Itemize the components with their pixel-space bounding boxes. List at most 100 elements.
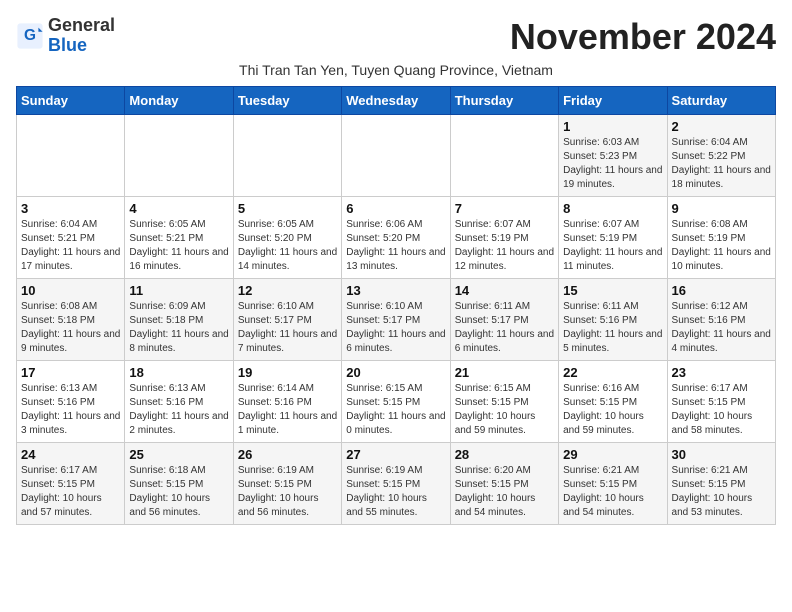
day-number: 16 <box>672 283 771 298</box>
weekday-header-tuesday: Tuesday <box>233 87 341 115</box>
day-number: 24 <box>21 447 120 462</box>
logo-icon: G <box>16 22 44 50</box>
day-number: 27 <box>346 447 445 462</box>
calendar-cell: 29 Sunrise: 6:21 AM Sunset: 5:15 PM Dayli… <box>559 443 667 525</box>
day-number: 18 <box>129 365 228 380</box>
calendar-cell: 25 Sunrise: 6:18 AM Sunset: 5:15 PM Dayli… <box>125 443 233 525</box>
weekday-header-wednesday: Wednesday <box>342 87 450 115</box>
calendar-cell: 19 Sunrise: 6:14 AM Sunset: 5:16 PM Dayli… <box>233 361 341 443</box>
day-info: Sunrise: 6:11 AM Sunset: 5:16 PM Dayligh… <box>563 300 662 356</box>
day-info: Sunrise: 6:08 AM Sunset: 5:18 PM Dayligh… <box>21 300 120 356</box>
calendar-cell: 10 Sunrise: 6:08 AM Sunset: 5:18 PM Dayli… <box>17 279 125 361</box>
day-number: 2 <box>672 119 771 134</box>
day-number: 23 <box>672 365 771 380</box>
day-number: 5 <box>238 201 337 216</box>
calendar-week-2: 3 Sunrise: 6:04 AM Sunset: 5:21 PM Daylig… <box>17 197 776 279</box>
day-number: 4 <box>129 201 228 216</box>
day-number: 8 <box>563 201 662 216</box>
weekday-header-row: SundayMondayTuesdayWednesdayThursdayFrid… <box>17 87 776 115</box>
day-number: 15 <box>563 283 662 298</box>
day-info: Sunrise: 6:04 AM Sunset: 5:22 PM Dayligh… <box>672 136 771 192</box>
calendar-cell: 16 Sunrise: 6:12 AM Sunset: 5:16 PM Dayli… <box>667 279 775 361</box>
day-number: 21 <box>455 365 554 380</box>
day-info: Sunrise: 6:08 AM Sunset: 5:19 PM Dayligh… <box>672 218 771 274</box>
calendar-cell: 6Sunrise: 6:06 AM Sunset: 5:20 PM Daylig… <box>342 197 450 279</box>
calendar-week-4: 17 Sunrise: 6:13 AM Sunset: 5:16 PM Dayli… <box>17 361 776 443</box>
day-info: Sunrise: 6:16 AM Sunset: 5:15 PM Dayligh… <box>563 382 662 438</box>
svg-text:G: G <box>24 27 36 44</box>
day-info: Sunrise: 6:10 AM Sunset: 5:17 PM Dayligh… <box>346 300 445 356</box>
calendar-cell: 14 Sunrise: 6:11 AM Sunset: 5:17 PM Dayli… <box>450 279 558 361</box>
day-info: Sunrise: 6:15 AM Sunset: 5:15 PM Dayligh… <box>346 382 445 438</box>
calendar-cell: 12 Sunrise: 6:10 AM Sunset: 5:17 PM Dayli… <box>233 279 341 361</box>
calendar-cell <box>17 115 125 197</box>
day-number: 13 <box>346 283 445 298</box>
day-number: 19 <box>238 365 337 380</box>
calendar-cell: 7 Sunrise: 6:07 AM Sunset: 5:19 PM Daylig… <box>450 197 558 279</box>
calendar-cell: 20 Sunrise: 6:15 AM Sunset: 5:15 PM Dayli… <box>342 361 450 443</box>
day-number: 14 <box>455 283 554 298</box>
day-info: Sunrise: 6:09 AM Sunset: 5:18 PM Dayligh… <box>129 300 228 356</box>
day-info: Sunrise: 6:13 AM Sunset: 5:16 PM Dayligh… <box>129 382 228 438</box>
calendar-cell: 21 Sunrise: 6:15 AM Sunset: 5:15 PM Dayli… <box>450 361 558 443</box>
day-info: Sunrise: 6:17 AM Sunset: 5:15 PM Dayligh… <box>21 464 120 520</box>
calendar-cell: 18 Sunrise: 6:13 AM Sunset: 5:16 PM Dayli… <box>125 361 233 443</box>
day-info: Sunrise: 6:11 AM Sunset: 5:17 PM Dayligh… <box>455 300 554 356</box>
day-info: Sunrise: 6:12 AM Sunset: 5:16 PM Dayligh… <box>672 300 771 356</box>
day-info: Sunrise: 6:15 AM Sunset: 5:15 PM Dayligh… <box>455 382 554 438</box>
day-info: Sunrise: 6:04 AM Sunset: 5:21 PM Dayligh… <box>21 218 120 274</box>
day-number: 9 <box>672 201 771 216</box>
day-info: Sunrise: 6:21 AM Sunset: 5:15 PM Dayligh… <box>563 464 662 520</box>
weekday-header-monday: Monday <box>125 87 233 115</box>
calendar-cell: 28Sunrise: 6:20 AM Sunset: 5:15 PM Dayli… <box>450 443 558 525</box>
day-info: Sunrise: 6:10 AM Sunset: 5:17 PM Dayligh… <box>238 300 337 356</box>
calendar-table: SundayMondayTuesdayWednesdayThursdayFrid… <box>16 86 776 525</box>
calendar-cell: 1Sunrise: 6:03 AM Sunset: 5:23 PM Daylig… <box>559 115 667 197</box>
day-number: 10 <box>21 283 120 298</box>
calendar-cell: 5 Sunrise: 6:05 AM Sunset: 5:20 PM Daylig… <box>233 197 341 279</box>
calendar-cell: 15 Sunrise: 6:11 AM Sunset: 5:16 PM Dayli… <box>559 279 667 361</box>
weekday-header-thursday: Thursday <box>450 87 558 115</box>
day-info: Sunrise: 6:07 AM Sunset: 5:19 PM Dayligh… <box>563 218 662 274</box>
day-number: 30 <box>672 447 771 462</box>
calendar-cell <box>342 115 450 197</box>
month-title: November 2024 <box>510 16 776 58</box>
calendar-cell: 30 Sunrise: 6:21 AM Sunset: 5:15 PM Dayli… <box>667 443 775 525</box>
logo: G General Blue <box>16 16 115 56</box>
day-info: Sunrise: 6:13 AM Sunset: 5:16 PM Dayligh… <box>21 382 120 438</box>
calendar-cell <box>450 115 558 197</box>
day-info: Sunrise: 6:21 AM Sunset: 5:15 PM Dayligh… <box>672 464 771 520</box>
day-info: Sunrise: 6:14 AM Sunset: 5:16 PM Dayligh… <box>238 382 337 438</box>
calendar-week-3: 10 Sunrise: 6:08 AM Sunset: 5:18 PM Dayli… <box>17 279 776 361</box>
day-info: Sunrise: 6:18 AM Sunset: 5:15 PM Dayligh… <box>129 464 228 520</box>
day-number: 25 <box>129 447 228 462</box>
day-info: Sunrise: 6:17 AM Sunset: 5:15 PM Dayligh… <box>672 382 771 438</box>
day-info: Sunrise: 6:05 AM Sunset: 5:20 PM Dayligh… <box>238 218 337 274</box>
calendar-week-5: 24 Sunrise: 6:17 AM Sunset: 5:15 PM Dayli… <box>17 443 776 525</box>
weekday-header-saturday: Saturday <box>667 87 775 115</box>
calendar-cell: 27 Sunrise: 6:19 AM Sunset: 5:15 PM Dayli… <box>342 443 450 525</box>
day-info: Sunrise: 6:19 AM Sunset: 5:15 PM Dayligh… <box>238 464 337 520</box>
day-info: Sunrise: 6:19 AM Sunset: 5:15 PM Dayligh… <box>346 464 445 520</box>
day-number: 20 <box>346 365 445 380</box>
logo-general-text: General <box>48 15 115 35</box>
day-info: Sunrise: 6:06 AM Sunset: 5:20 PM Dayligh… <box>346 218 445 274</box>
day-number: 7 <box>455 201 554 216</box>
page-header: G General Blue November 2024 <box>16 16 776 58</box>
calendar-cell: 8 Sunrise: 6:07 AM Sunset: 5:19 PM Daylig… <box>559 197 667 279</box>
day-number: 28 <box>455 447 554 462</box>
calendar-cell: 24 Sunrise: 6:17 AM Sunset: 5:15 PM Dayli… <box>17 443 125 525</box>
day-info: Sunrise: 6:07 AM Sunset: 5:19 PM Dayligh… <box>455 218 554 274</box>
weekday-header-sunday: Sunday <box>17 87 125 115</box>
day-number: 17 <box>21 365 120 380</box>
day-number: 29 <box>563 447 662 462</box>
calendar-cell: 3 Sunrise: 6:04 AM Sunset: 5:21 PM Daylig… <box>17 197 125 279</box>
day-number: 12 <box>238 283 337 298</box>
day-number: 3 <box>21 201 120 216</box>
calendar-cell <box>125 115 233 197</box>
calendar-cell: 2 Sunrise: 6:04 AM Sunset: 5:22 PM Daylig… <box>667 115 775 197</box>
calendar-cell: 22Sunrise: 6:16 AM Sunset: 5:15 PM Dayli… <box>559 361 667 443</box>
day-info: Sunrise: 6:03 AM Sunset: 5:23 PM Dayligh… <box>563 136 662 192</box>
calendar-cell: 23 Sunrise: 6:17 AM Sunset: 5:15 PM Dayli… <box>667 361 775 443</box>
calendar-cell: 9 Sunrise: 6:08 AM Sunset: 5:19 PM Daylig… <box>667 197 775 279</box>
